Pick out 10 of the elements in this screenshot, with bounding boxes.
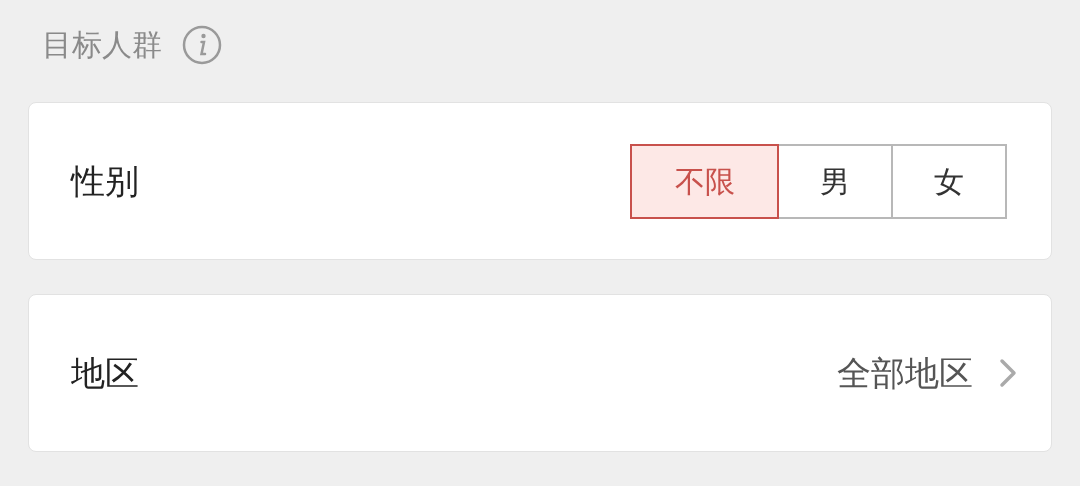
gender-label: 性别 [71, 159, 139, 203]
gender-option[interactable]: 女 [891, 143, 1007, 219]
region-card[interactable]: 地区 全部地区 [28, 294, 1052, 452]
region-label: 地区 [71, 351, 139, 395]
info-icon[interactable] [182, 25, 222, 65]
gender-option[interactable]: 男 [777, 143, 893, 219]
chevron-right-icon [999, 358, 1017, 388]
section-title: 目标人群 [42, 30, 162, 60]
gender-option[interactable]: 不限 [630, 143, 779, 219]
region-value: 全部地区 [837, 351, 973, 395]
